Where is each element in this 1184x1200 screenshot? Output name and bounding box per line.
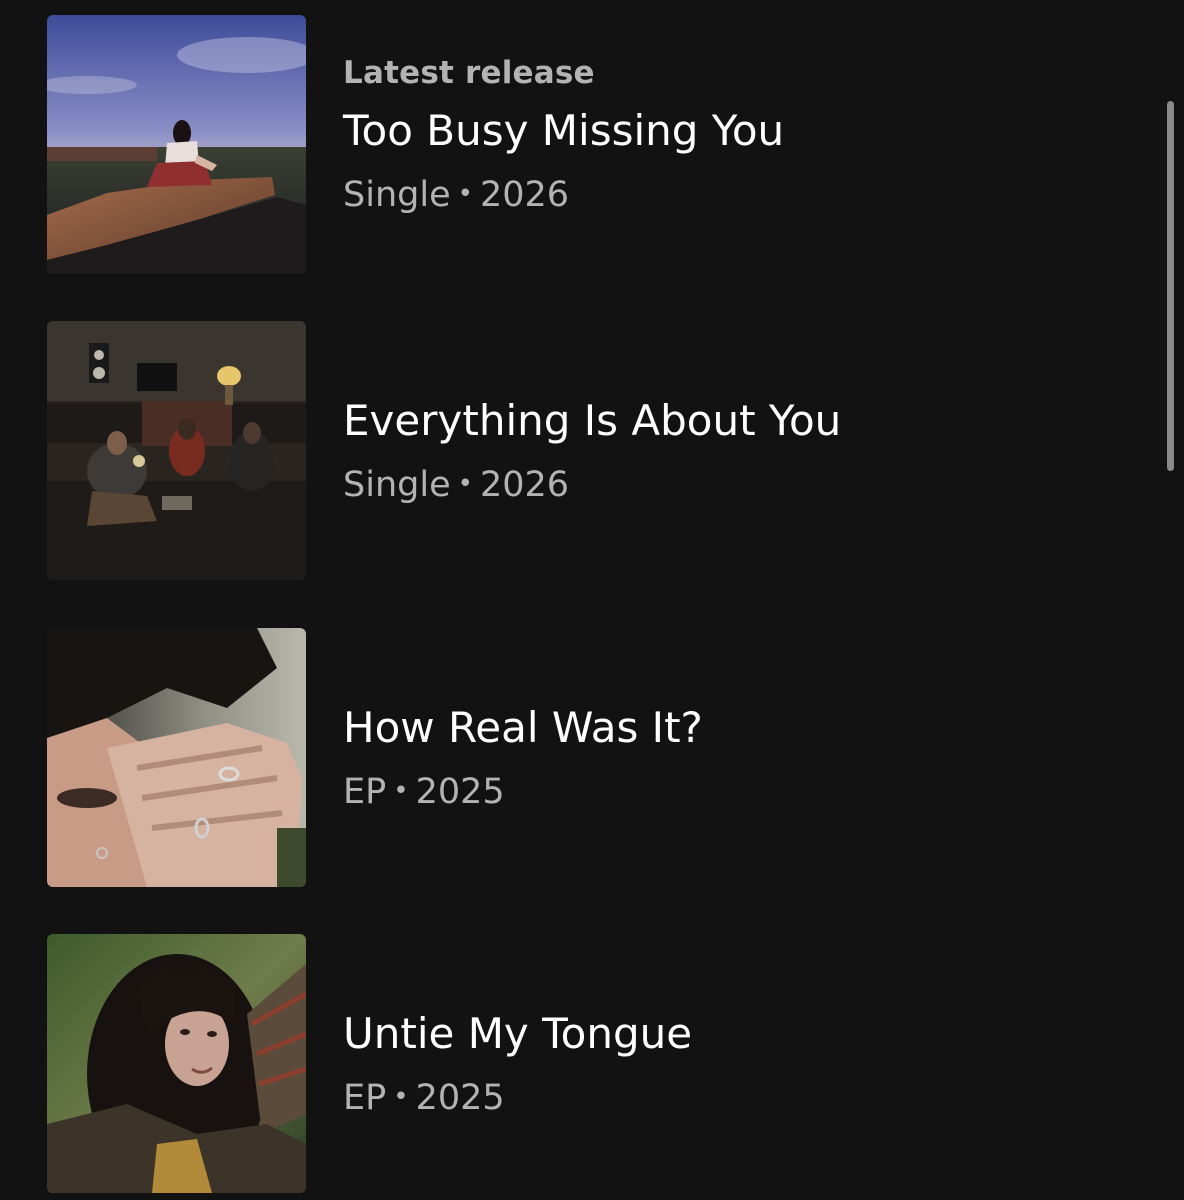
release-year: 2026 [479,465,570,505]
release-meta: Everything Is About You Single • 2026 [343,321,1123,580]
release-subtitle: Single • 2026 [343,171,1123,218]
release-year: 2026 [479,175,570,215]
release-type: Single [343,175,451,215]
album-cover-portrait-hand-image[interactable] [47,628,306,887]
release-row-everything-is-about-you[interactable]: Everything Is About You Single • 2026 [0,321,1150,581]
release-year: 2025 [415,772,505,812]
cover-art-portrait-hand [47,628,306,887]
release-row-how-real-was-it[interactable]: How Real Was It? EP • 2025 [0,628,1150,888]
release-row-untie-my-tongue[interactable]: Untie My Tongue EP • 2025 [0,934,1150,1194]
release-type: Single [343,465,451,505]
release-type: EP [343,772,387,812]
album-cover-studio-image[interactable] [47,321,306,580]
release-year: 2025 [415,1078,505,1118]
cover-art-portrait-hair [47,934,306,1193]
release-row-too-busy-missing-you[interactable]: Latest release Too Busy Missing You Sing… [0,15,1150,275]
cover-art-studio [47,321,306,580]
release-title[interactable]: Everything Is About You [343,393,1123,449]
separator-dot: • [457,469,473,499]
release-subtitle: EP • 2025 [343,1074,1123,1121]
release-meta: Latest release Too Busy Missing You Sing… [343,6,1123,265]
latest-release-label: Latest release [343,55,595,91]
release-meta: Untie My Tongue EP • 2025 [343,934,1123,1193]
cover-art-field [47,15,306,274]
release-title[interactable]: How Real Was It? [343,700,1123,756]
release-type: EP [343,1078,387,1118]
album-cover-portrait-hair-image[interactable] [47,934,306,1193]
release-list[interactable]: Latest release Too Busy Missing You Sing… [0,0,1184,1200]
separator-dot: • [393,1082,409,1112]
separator-dot: • [393,776,409,806]
release-title[interactable]: Too Busy Missing You [343,103,1123,159]
separator-dot: • [457,179,473,209]
album-cover-field-image[interactable] [47,15,306,274]
scrollbar-thumb[interactable] [1167,101,1174,471]
release-meta: How Real Was It? EP • 2025 [343,628,1123,887]
release-subtitle: Single • 2026 [343,461,1123,508]
release-title[interactable]: Untie My Tongue [343,1006,1123,1062]
artist-releases-screen: Latest release Too Busy Missing You Sing… [0,0,1184,1200]
release-subtitle: EP • 2025 [343,768,1123,815]
